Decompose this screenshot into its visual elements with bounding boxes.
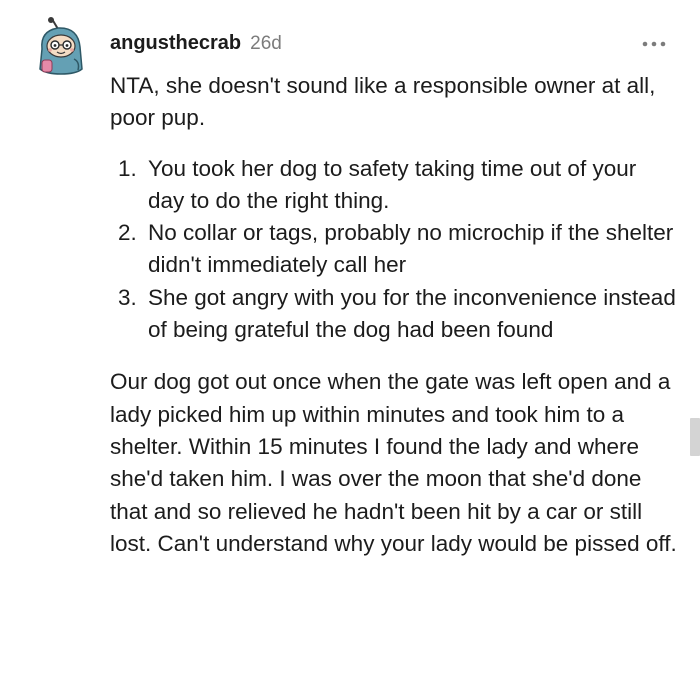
list-item-text: She got angry with you for the inconveni… [148,284,676,343]
ellipsis-icon [642,41,666,47]
comment-story-paragraph: Our dog got out once when the gate was l… [110,369,677,556]
list-item: 3. She got angry with you for the inconv… [110,282,678,347]
comment: angusthecrab 26d NTA, she doesn't sound … [0,0,700,674]
list-item-text: No collar or tags, probably no microchip… [148,220,674,278]
timestamp: 26d [250,33,282,54]
list-item-text: You took her dog to safety taking time o… [148,155,637,213]
comment-numbered-list: 1. You took her dog to safety taking tim… [110,153,678,347]
list-item: 1. You took her dog to safety taking tim… [110,153,678,218]
user-avatar[interactable] [36,17,86,75]
list-item: 2. No collar or tags, probably no microc… [110,217,678,282]
list-item-number: 1. [118,155,137,181]
list-item-number: 2. [118,220,137,246]
list-item-number: 3. [118,284,137,310]
comment-header: angusthecrab 26d [110,32,282,60]
username-link[interactable]: angusthecrab [110,32,241,55]
scroll-indicator[interactable] [690,418,700,456]
comment-body: NTA, she doesn't sound like a responsibl… [110,70,678,560]
more-options-button[interactable] [637,30,671,58]
snoo-avatar-icon [39,17,83,75]
comment-intro-paragraph: NTA, she doesn't sound like a responsibl… [110,73,656,131]
